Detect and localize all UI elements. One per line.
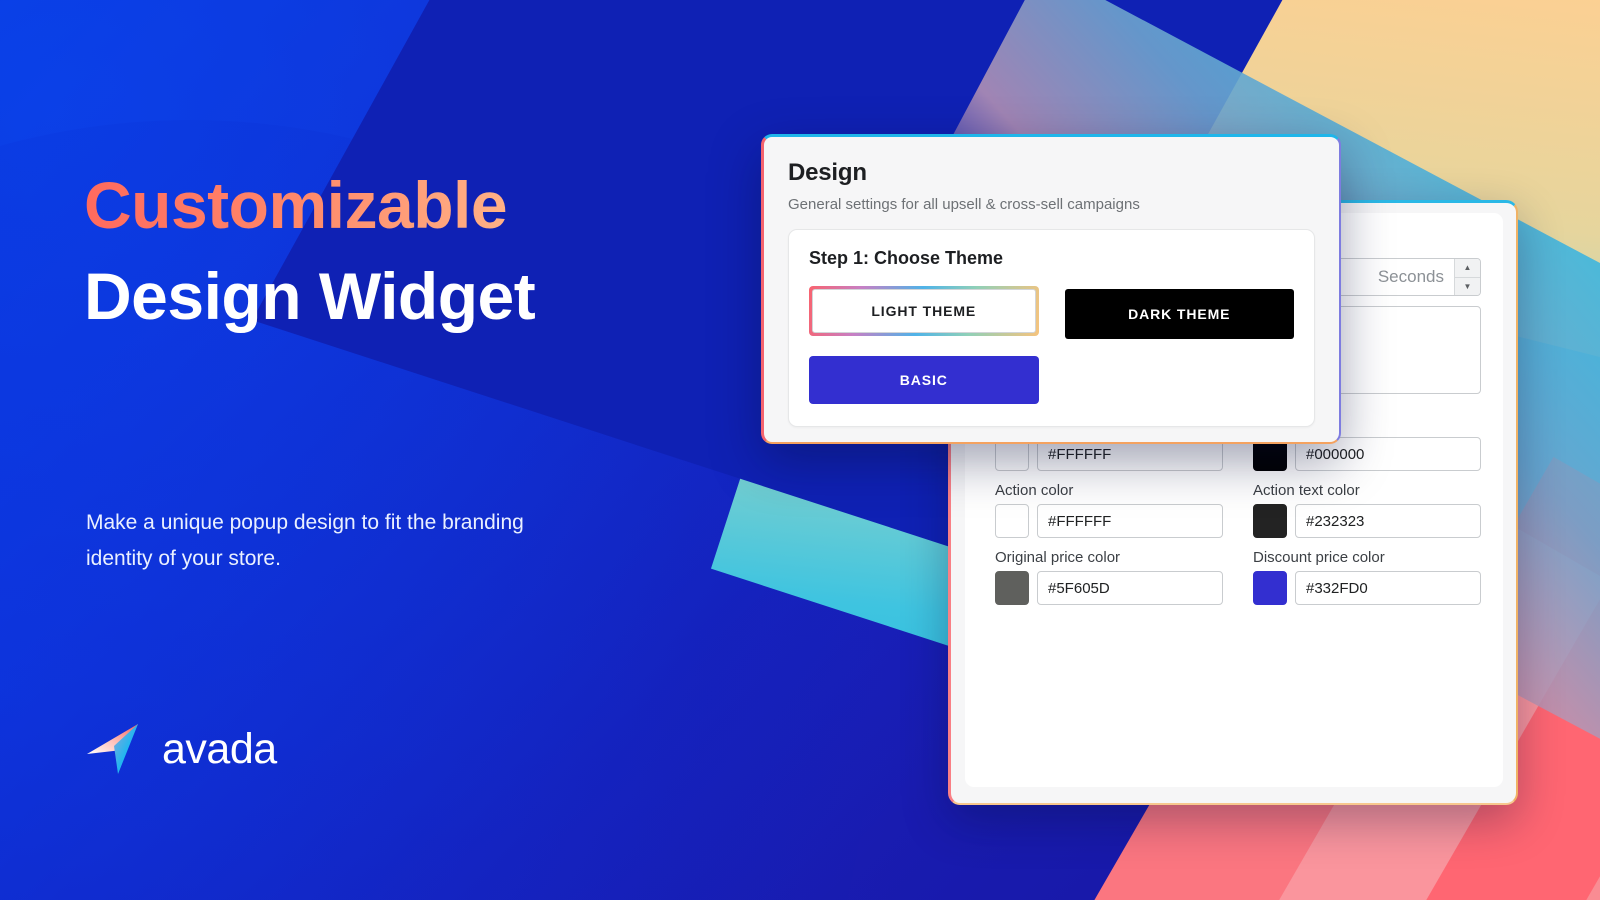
headline-line-2: Design Widget	[84, 259, 536, 334]
color-hex-input[interactable]: #232323	[1295, 504, 1481, 538]
design-card-subtitle: General settings for all upsell & cross-…	[788, 196, 1140, 213]
light-theme-button[interactable]: LIGHT THEME	[812, 289, 1036, 333]
color-swatch[interactable]	[1253, 571, 1287, 605]
color-field-discount-price: Discount price color #332FD0	[1253, 549, 1481, 605]
color-label: Action color	[995, 482, 1074, 499]
color-hex-input[interactable]: #5F605D	[1037, 571, 1223, 605]
design-card: Design General settings for all upsell &…	[761, 134, 1341, 444]
color-swatch[interactable]	[995, 504, 1029, 538]
basic-button[interactable]: BASIC	[809, 356, 1039, 404]
color-hex-input[interactable]: #FFFFFF	[1037, 504, 1223, 538]
color-row: #FFFFFF	[995, 504, 1223, 538]
color-row: #5F605D	[995, 571, 1223, 605]
theme-column-left: LIGHT THEME BASIC	[809, 286, 1039, 404]
hero-subtext: Make a unique popup design to fit the br…	[86, 511, 524, 571]
color-field-action-text: Action text color #232323	[1253, 482, 1481, 538]
selected-theme-ring: LIGHT THEME	[809, 286, 1039, 336]
dark-theme-button[interactable]: DARK THEME	[1064, 289, 1294, 339]
page-title: Customizable Design Widget	[84, 160, 724, 342]
color-hex-input[interactable]: #332FD0	[1295, 571, 1481, 605]
hero-text-block: Customizable Design Widget	[84, 160, 724, 342]
color-field-original-price: Original price color #5F605D	[995, 549, 1223, 605]
color-swatch[interactable]	[1253, 504, 1287, 538]
brand-name: avada	[162, 724, 277, 773]
headline-line-1: Customizable	[84, 160, 724, 251]
color-label: Action text color	[1253, 482, 1360, 499]
spinner-up-icon[interactable]: ▲	[1455, 259, 1480, 278]
color-field-action: Action color #FFFFFF	[995, 482, 1223, 538]
color-row: #332FD0	[1253, 571, 1481, 605]
promo-banner: Customizable Design Widget Make a unique…	[0, 0, 1600, 900]
color-label: Discount price color	[1253, 549, 1385, 566]
color-label: Original price color	[995, 549, 1121, 566]
brand-logo: avada	[86, 722, 277, 776]
color-row: #232323	[1253, 504, 1481, 538]
theme-options-row: LIGHT THEME BASIC DARK THEME	[809, 286, 1294, 404]
paper-plane-icon	[87, 724, 138, 774]
choose-theme-section: Step 1: Choose Theme LIGHT THEME BASIC D…	[788, 229, 1315, 427]
spinner-down-icon[interactable]: ▼	[1455, 277, 1480, 295]
design-card-title: Design	[788, 159, 867, 186]
step-title: Step 1: Choose Theme	[809, 248, 1004, 268]
theme-column-right: DARK THEME	[1064, 286, 1294, 404]
seconds-spinner[interactable]: ▲ ▼	[1454, 259, 1480, 295]
color-swatch[interactable]	[995, 571, 1029, 605]
